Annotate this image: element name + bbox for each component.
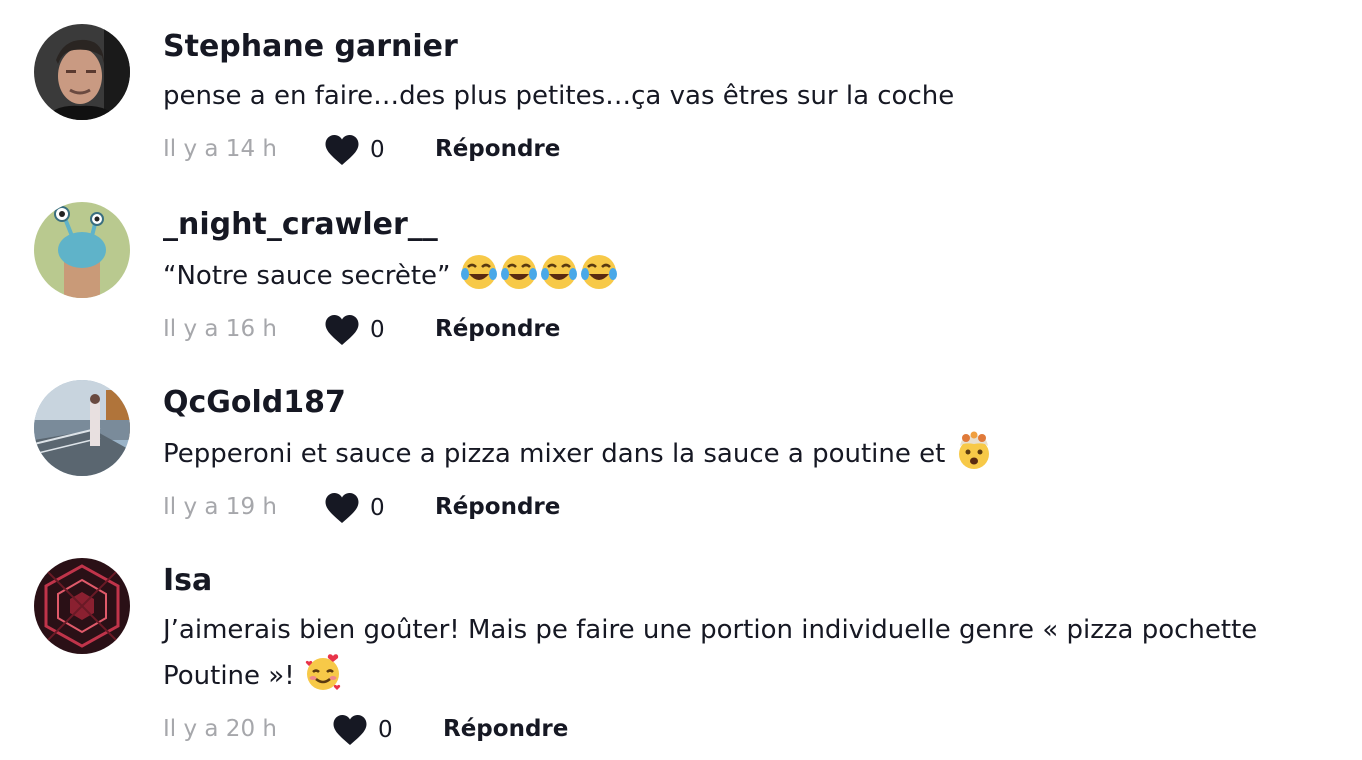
comment-text: “Notre sauce secrète” (163, 252, 1354, 298)
comment-text: J’aimerais bien goûter! Mais pe faire un… (163, 608, 1354, 698)
heart-icon (333, 715, 367, 745)
like-count: 0 (370, 317, 385, 343)
exploding-head-emoji (954, 430, 994, 470)
photo-man-avatar (34, 24, 130, 120)
comment-meta: Il y a 20 h 0 Répondre (163, 710, 1354, 750)
cartoon-snail-avatar (34, 202, 130, 298)
reply-button[interactable]: Répondre (435, 136, 560, 162)
comment-username[interactable]: _night_crawler__ (163, 204, 1354, 246)
tears-of-joy-emoji (459, 252, 499, 292)
reply-button[interactable]: Répondre (435, 494, 560, 520)
avatar[interactable] (34, 380, 130, 476)
comment-time: Il y a 14 h (163, 136, 277, 162)
avatar[interactable] (34, 24, 130, 120)
comment-body: Isa J’aimerais bien goûter! Mais pe fair… (163, 558, 1354, 750)
like-button[interactable]: 0 (324, 130, 385, 170)
tears-of-joy-emoji (499, 252, 539, 292)
like-count: 0 (378, 717, 393, 743)
comment-text: Pepperoni et sauce a pizza mixer dans la… (163, 430, 1354, 476)
like-button[interactable]: 0 (324, 488, 385, 528)
comment-body: Stephane garnier pense a en faire…des pl… (163, 24, 1354, 170)
comment-body: _night_crawler__ “Notre sauce secrète” I… (163, 202, 1354, 350)
avatar[interactable] (34, 558, 130, 654)
like-button[interactable]: 0 (332, 710, 393, 750)
outdoor-photo-avatar (34, 380, 130, 476)
like-button[interactable]: 0 (324, 310, 385, 350)
tears-of-joy-emoji (539, 252, 579, 292)
comment-text-line: J’aimerais bien goûter! Mais pe faire un… (163, 615, 1258, 645)
like-count: 0 (370, 137, 385, 163)
comment-username[interactable]: Stephane garnier (163, 26, 1354, 68)
comment-meta: Il y a 16 h 0 Répondre (163, 310, 1354, 350)
comment-text-line: Poutine »! (163, 652, 1354, 698)
comment-time: Il y a 20 h (163, 716, 277, 742)
avatar[interactable] (34, 202, 130, 298)
comment-text: pense a en faire…des plus petites…ça vas… (163, 81, 955, 111)
comment-time: Il y a 16 h (163, 316, 277, 342)
comment-text-content: Pepperoni et sauce a pizza mixer dans la… (163, 439, 954, 469)
reply-button[interactable]: Répondre (435, 316, 560, 342)
comment-text-content: Poutine »! (163, 661, 303, 691)
heart-icon (325, 315, 359, 345)
comment-meta: Il y a 14 h 0 Répondre (163, 130, 1354, 170)
comment-meta: Il y a 19 h 0 Répondre (163, 488, 1354, 528)
comment-text-content: “Notre sauce secrète” (163, 261, 459, 291)
comment-time: Il y a 19 h (163, 494, 277, 520)
smiling-face-with-hearts-emoji (303, 652, 343, 692)
tears-of-joy-emoji (579, 252, 619, 292)
comment-body: QcGold187 Pepperoni et sauce a pizza mix… (163, 380, 1354, 528)
red-pattern-avatar (34, 558, 130, 654)
comment-username[interactable]: Isa (163, 560, 1354, 602)
heart-icon (325, 493, 359, 523)
comment-username[interactable]: QcGold187 (163, 382, 1354, 424)
reply-button[interactable]: Répondre (443, 716, 568, 742)
heart-icon (325, 135, 359, 165)
like-count: 0 (370, 495, 385, 521)
